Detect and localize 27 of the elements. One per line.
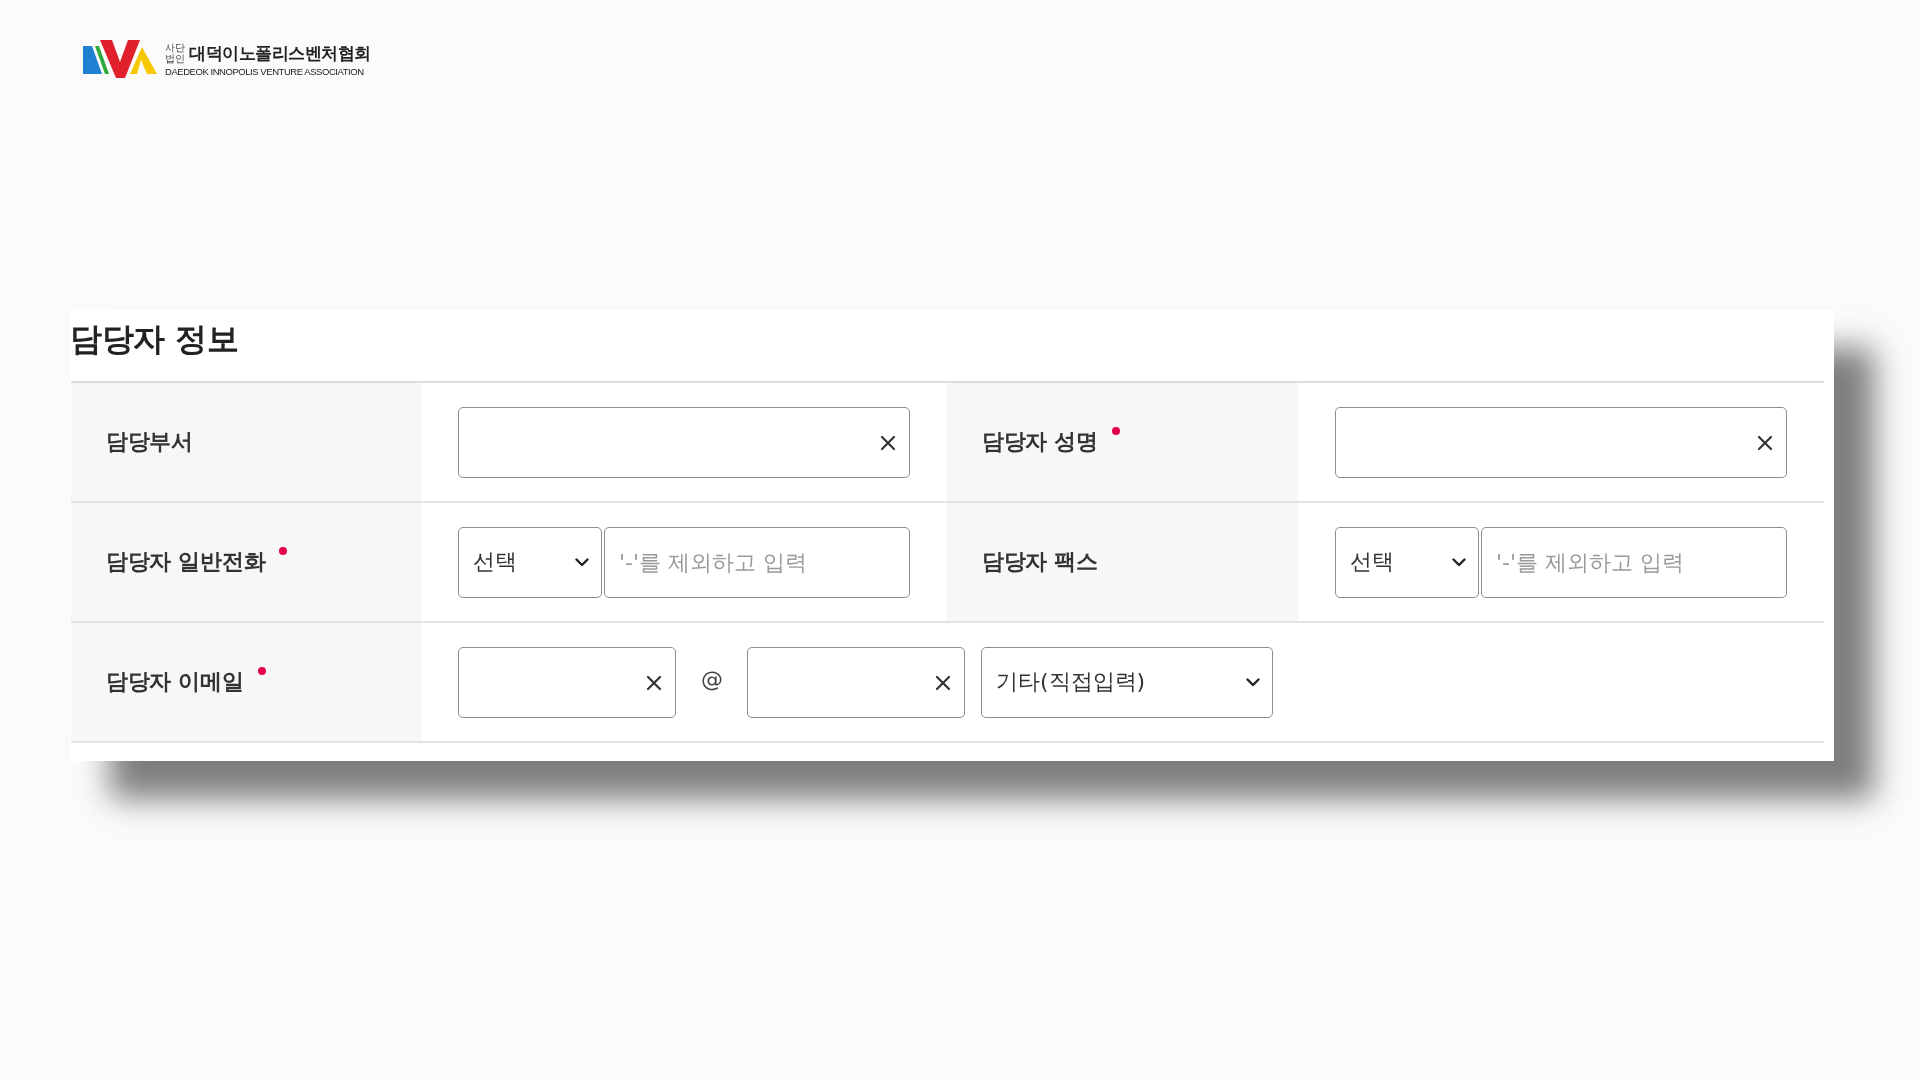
text-input-field[interactable] — [747, 646, 965, 718]
chevron-down-icon — [575, 557, 589, 567]
text-input-field[interactable]: '-'를 제외하고 입력 — [1481, 526, 1787, 598]
field-label: 담당자 일반전화 — [106, 548, 266, 576]
close-icon[interactable] — [1757, 434, 1773, 451]
logo-icon — [83, 40, 157, 78]
text-input-field[interactable] — [1335, 406, 1787, 478]
email-separator: @ — [701, 666, 723, 692]
field-label: 담당자 성명 — [982, 428, 1098, 456]
text-input-field[interactable] — [458, 646, 676, 718]
dropdown-select[interactable]: 선택 — [1335, 526, 1479, 598]
field-label: 담당부서 — [106, 428, 193, 456]
chevron-down-icon — [1246, 677, 1260, 687]
text-input-field[interactable] — [458, 406, 910, 478]
logo-prefix-text: 사단 법인 — [165, 41, 185, 64]
section-title: 담당자 정보 — [70, 318, 240, 360]
text-input-field[interactable]: '-'를 제외하고 입력 — [604, 526, 910, 598]
dropdown-select[interactable]: 기타(직접입력) — [981, 646, 1273, 718]
organization-english-name: DAEDEOK INNOPOLIS VENTURE ASSOCIATION — [165, 65, 365, 77]
chevron-down-icon — [1452, 557, 1466, 567]
field-label: 담당자 이메일 — [106, 668, 244, 696]
field-label: 담당자 팩스 — [982, 548, 1098, 576]
dropdown-select[interactable]: 선택 — [458, 526, 602, 598]
close-icon[interactable] — [935, 674, 951, 691]
close-icon[interactable] — [880, 434, 896, 451]
organization-name: 대덕이노폴리스벤처협회 — [189, 41, 371, 64]
close-icon[interactable] — [646, 674, 662, 691]
